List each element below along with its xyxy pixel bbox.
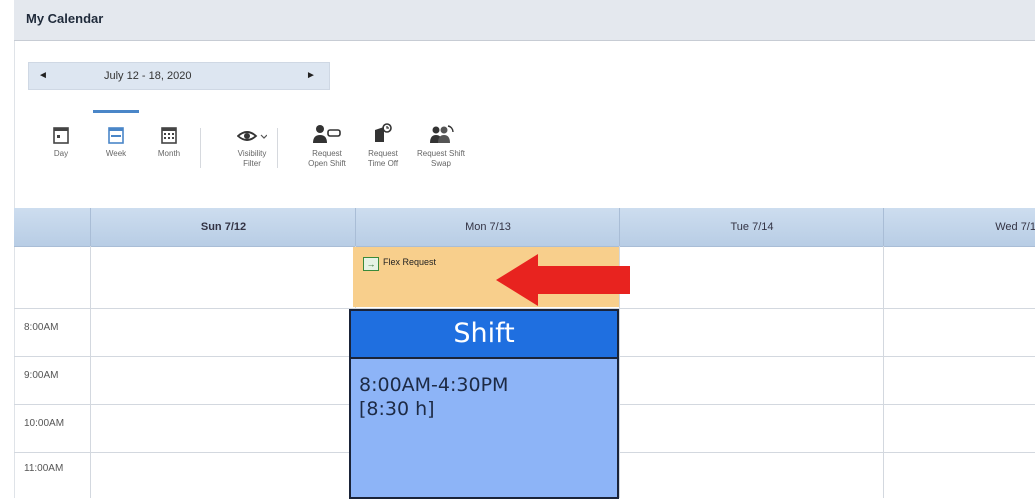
request-shift-swap-button[interactable]: Request Shift Swap (406, 110, 476, 169)
time-label-11am: 11:00AM (24, 463, 64, 474)
column-divider (883, 246, 884, 498)
day-header-sun[interactable]: Sun 7/12 (90, 208, 356, 246)
calendar-month-icon (134, 110, 204, 144)
toolbar-label: Month (157, 149, 181, 158)
shift-event[interactable]: Shift 8:00AM-4:30PM [8:30 h] (349, 309, 619, 499)
day-header-mon[interactable]: Mon 7/13 (355, 208, 620, 246)
time-label-10am: 10:00AM (24, 418, 65, 429)
shift-time-details: 8:00AM-4:30PM [8:30 h] (359, 373, 508, 421)
calendar-toolbar: Day Week Month Visibility Filter Request… (40, 110, 560, 190)
next-week-button[interactable]: ► (299, 63, 323, 89)
red-arrow-annotation (496, 254, 630, 306)
toolbar-divider (200, 128, 201, 168)
date-range-label[interactable]: July 12 - 18, 2020 (104, 63, 191, 89)
shift-swap-icon (406, 110, 476, 144)
date-navigator: ◄ July 12 - 18, 2020 ► (28, 62, 330, 90)
shift-time-range: 8:00AM-4:30PM (359, 374, 509, 396)
day-header-wed[interactable]: Wed 7/1 (883, 208, 1035, 246)
toolbar-divider (277, 128, 278, 168)
prev-week-button[interactable]: ◄ (31, 63, 55, 89)
day-header-tue[interactable]: Tue 7/14 (619, 208, 884, 246)
day-header-row: Sun 7/12 Mon 7/13 Tue 7/14 Wed 7/1 (14, 208, 1035, 247)
flex-request-label: Flex Request (383, 257, 437, 267)
shift-title: Shift (351, 311, 617, 359)
time-label-8am: 8:00AM (24, 322, 59, 333)
shift-duration: [8:30 h] (359, 398, 435, 420)
toolbar-label: Request Shift Swap (416, 149, 466, 168)
month-view-button[interactable]: Month (134, 110, 204, 159)
week-calendar-grid: Sun 7/12 Mon 7/13 Tue 7/14 Wed 7/1 8:00A… (14, 208, 1035, 499)
flex-arrow-icon: → (363, 257, 379, 271)
window-title: My Calendar (26, 11, 104, 26)
column-divider (90, 246, 91, 498)
window-titlebar: My Calendar (14, 0, 1035, 41)
time-label-9am: 9:00AM (24, 370, 59, 381)
